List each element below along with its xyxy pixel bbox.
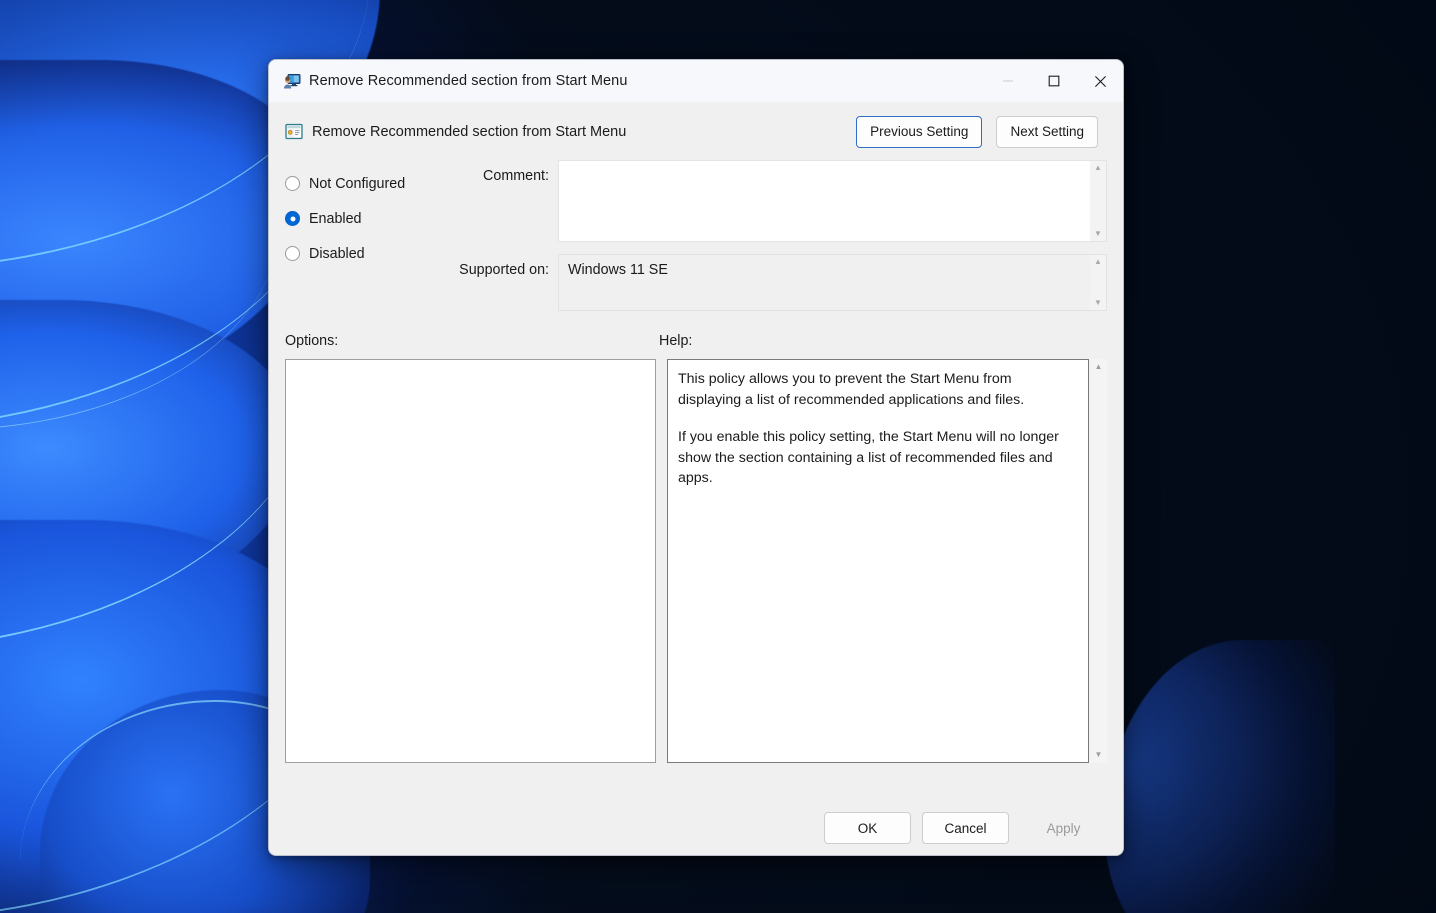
comment-input[interactable] (558, 160, 1090, 242)
comment-scrollbar[interactable]: ▲ ▼ (1090, 160, 1107, 242)
supported-on-field-row: Supported on: Windows 11 SE ▲ ▼ (445, 254, 1107, 311)
radio-indicator-disabled[interactable] (285, 246, 300, 261)
policy-name-label: Remove Recommended section from Start Me… (312, 124, 626, 140)
radio-option-not-configured[interactable]: Not Configured (285, 166, 437, 201)
help-area: This policy allows you to prevent the St… (667, 359, 1107, 763)
radio-label-enabled: Enabled (309, 211, 361, 227)
help-scrollbar[interactable]: ▲ ▼ (1090, 359, 1107, 763)
supported-on-scrollbar[interactable]: ▲ ▼ (1090, 254, 1107, 311)
radio-option-enabled[interactable]: Enabled (285, 201, 437, 236)
radio-label-not-configured: Not Configured (309, 176, 405, 192)
minimize-button[interactable] (985, 60, 1031, 102)
supported-on-label: Supported on: (445, 254, 558, 311)
pane-labels-row: Options: Help: (269, 311, 1123, 349)
maximize-button[interactable] (1031, 60, 1077, 102)
policy-state-radio-group: Not Configured Enabled Disabled (285, 160, 437, 311)
options-pane[interactable] (285, 359, 656, 763)
panes-row: This policy allows you to prevent the St… (269, 349, 1123, 763)
radio-option-disabled[interactable]: Disabled (285, 236, 437, 271)
options-label: Options: (285, 333, 659, 349)
scroll-up-icon[interactable]: ▲ (1095, 363, 1103, 371)
radio-indicator-enabled[interactable] (285, 211, 300, 226)
comment-field: ▲ ▼ (558, 160, 1107, 242)
gpedit-policy-monitor-icon (283, 73, 301, 90)
policy-setting-icon (285, 123, 303, 140)
previous-setting-button[interactable]: Previous Setting (856, 116, 982, 148)
help-label: Help: (659, 333, 692, 349)
dialog-footer: OK Cancel Apply (824, 812, 1107, 844)
scroll-up-icon[interactable]: ▲ (1094, 164, 1102, 172)
cancel-button[interactable]: Cancel (922, 812, 1009, 844)
scroll-up-icon[interactable]: ▲ (1094, 258, 1102, 266)
help-paragraph: This policy allows you to prevent the St… (678, 369, 1078, 410)
scroll-down-icon[interactable]: ▼ (1094, 299, 1102, 307)
supported-on-field: Windows 11 SE ▲ ▼ (558, 254, 1107, 311)
window-controls (985, 60, 1123, 102)
supported-on-value: Windows 11 SE (558, 254, 1090, 311)
radio-label-disabled: Disabled (309, 246, 365, 262)
navigation-buttons: Previous Setting Next Setting (856, 116, 1107, 148)
state-and-metadata-row: Not Configured Enabled Disabled Comment: (269, 154, 1123, 311)
close-button[interactable] (1077, 60, 1123, 102)
help-pane: This policy allows you to prevent the St… (667, 359, 1089, 763)
help-paragraph: If you enable this policy setting, the S… (678, 427, 1078, 489)
scroll-down-icon[interactable]: ▼ (1094, 230, 1102, 238)
next-setting-button[interactable]: Next Setting (996, 116, 1098, 148)
dialog-body: Remove Recommended section from Start Me… (269, 102, 1123, 856)
radio-indicator-not-configured[interactable] (285, 176, 300, 191)
metadata-fields: Comment: ▲ ▼ Supported on: Windows (437, 160, 1107, 311)
scroll-down-icon[interactable]: ▼ (1095, 751, 1103, 759)
window-title: Remove Recommended section from Start Me… (309, 73, 628, 89)
desktop: Remove Recommended section from Start Me… (0, 0, 1436, 913)
policy-header: Remove Recommended section from Start Me… (269, 102, 1123, 154)
title-bar[interactable]: Remove Recommended section from Start Me… (269, 60, 1123, 102)
comment-field-row: Comment: ▲ ▼ (445, 160, 1107, 242)
ok-button[interactable]: OK (824, 812, 911, 844)
apply-button[interactable]: Apply (1020, 812, 1107, 844)
comment-label: Comment: (445, 160, 558, 242)
policy-setting-dialog: Remove Recommended section from Start Me… (268, 59, 1124, 856)
